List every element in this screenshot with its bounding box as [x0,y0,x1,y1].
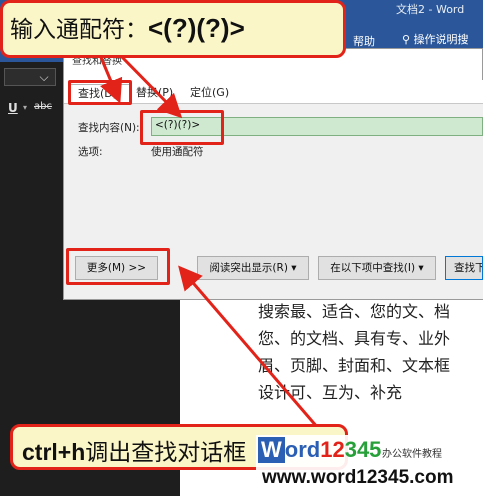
logo-ord: ord [284,437,321,462]
watermark-slogan: 办公软件教程 [382,449,442,460]
logo-w: W [258,437,285,463]
arrow-to-find-tab [98,54,123,104]
callout-bottom-label: 调出查找对话框 [85,440,247,466]
logo-12: 12 [320,437,345,462]
arrow-to-find-input [118,53,183,119]
callout-top-prefix: 输入通配符： [10,17,148,43]
callout-top-code: <(?)(?)> [148,13,245,43]
arrow-to-more-button [178,265,320,429]
callout-bottom-text: ctrl+h调出查找对话框 [22,433,246,467]
word12345-logo: Word12345 [258,437,381,465]
logo-345: 345 [344,437,382,462]
watermark-url: www.word12345.com [262,467,454,488]
annotation-arrows [98,53,320,429]
callout-bottom-code: ctrl+h [22,439,86,465]
callout-top-text: 输入通配符：<(?)(?)> [10,10,340,44]
